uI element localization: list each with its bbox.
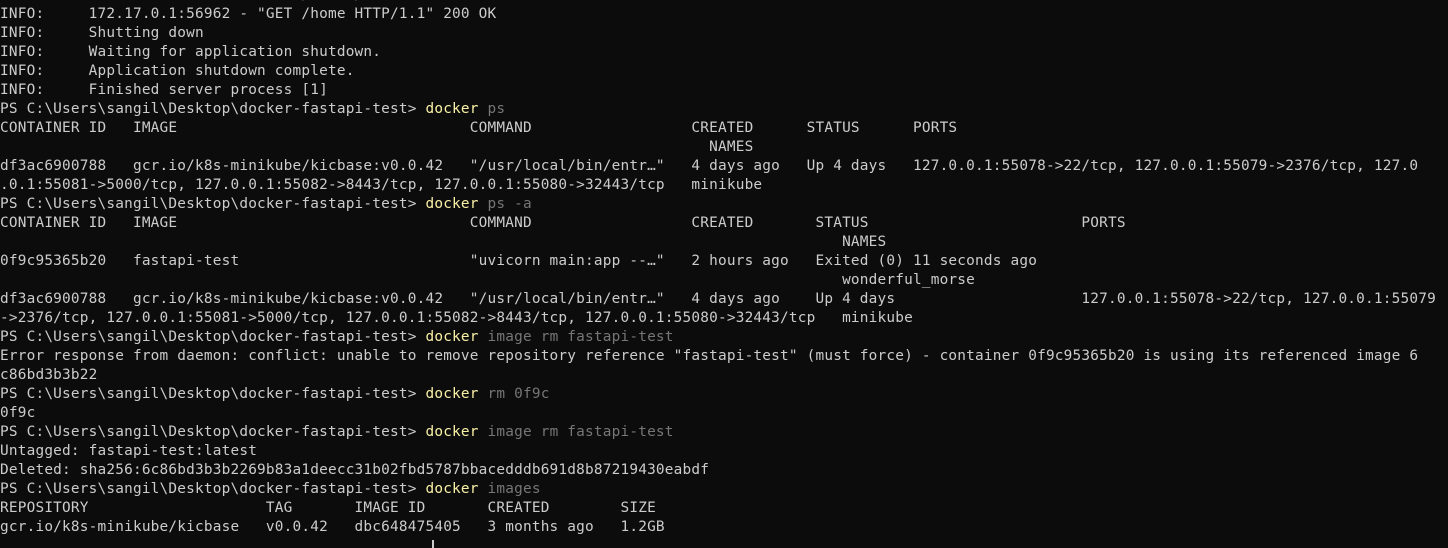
command-name: docker (425, 101, 479, 117)
output-line: INFO: Finished server process [1] (0, 82, 328, 98)
output-line: .0.1:55081->5000/tcp, 127.0.0.1:55082->8… (0, 177, 763, 193)
command-name: docker (425, 386, 479, 402)
output-line: ->2376/tcp, 127.0.0.1:55081->5000/tcp, 1… (0, 310, 913, 326)
prompt-path: PS C:\Users\sangil\Desktop\docker-fastap… (0, 386, 426, 402)
prompt-path: PS C:\Users\sangil\Desktop\docker-fastap… (0, 101, 426, 117)
prompt-path: PS C:\Users\sangil\Desktop\docker-fastap… (0, 424, 426, 440)
prompt-line: PS C:\Users\sangil\Desktop\docker-fastap… (0, 423, 1448, 442)
text-cursor (432, 540, 434, 548)
command-args: image rm fastapi-test (478, 329, 674, 345)
prompt-path: PS C:\Users\sangil\Desktop\docker-fastap… (0, 329, 426, 345)
prompt-path: PS C:\Users\sangil\Desktop\docker-fastap… (0, 481, 426, 497)
prompt-line: PS C:\Users\sangil\Desktop\docker-fastap… (0, 195, 1448, 214)
command-args: ps (478, 101, 506, 117)
output-line: INFO: 172.17.0.1:56962 - "GET /home HTTP… (0, 6, 497, 22)
command-args: ps -a (478, 196, 532, 212)
output-line: NAMES (0, 139, 754, 155)
output-line: df3ac6900788 gcr.io/k8s-minikube/kicbase… (0, 291, 1436, 307)
output-line: INFO: Application shutdown complete. (0, 63, 355, 79)
output-line: 0f9c95365b20 fastapi-test "uvicorn main:… (0, 253, 1038, 269)
output-line: c86bd3b3b22 (0, 367, 98, 383)
prompt-line: PS C:\Users\sangil\Desktop\docker-fastap… (0, 385, 1448, 404)
output-line: 0f9c (0, 405, 36, 421)
prompt-line: PS C:\Users\sangil\Desktop\docker-fastap… (0, 100, 1448, 119)
command-name: docker (425, 329, 479, 345)
command-args: image rm fastapi-test (478, 424, 674, 440)
command-name: docker (425, 481, 479, 497)
prompt-line: PS C:\Users\sangil\Desktop\docker-fastap… (0, 480, 1448, 499)
terminal-output: INFO: 172.17.0.1:56950 - "GET / HTTP/1.1… (0, 0, 1448, 537)
prompt-path: PS C:\Users\sangil\Desktop\docker-fastap… (0, 196, 426, 212)
command-name: docker (425, 196, 479, 212)
output-line: INFO: Shutting down (0, 25, 204, 41)
terminal-window[interactable]: INFO: 172.17.0.1:56950 - "GET / HTTP/1.1… (0, 0, 1448, 548)
command-args: rm 0f9c (478, 386, 550, 402)
output-line: df3ac6900788 gcr.io/k8s-minikube/kicbase… (0, 158, 1419, 174)
output-line: Deleted: sha256:6c86bd3b3b2269b83a1deecc… (0, 462, 710, 478)
prompt-line: PS C:\Users\sangil\Desktop\docker-fastap… (0, 328, 1448, 347)
output-line: REPOSITORY TAG IMAGE ID CREATED SIZE (0, 500, 656, 516)
output-line: INFO: Waiting for application shutdown. (0, 44, 382, 60)
output-line: NAMES (0, 234, 887, 250)
output-line: gcr.io/k8s-minikube/kicbase v0.0.42 dbc6… (0, 519, 665, 535)
output-line: CONTAINER ID IMAGE COMMAND CREATED STATU… (0, 215, 1126, 231)
command-args: images (478, 481, 541, 497)
output-line: wonderful_morse (0, 272, 976, 288)
output-line: CONTAINER ID IMAGE COMMAND CREATED STATU… (0, 120, 958, 136)
command-name: docker (425, 424, 479, 440)
output-line: Error response from daemon: conflict: un… (0, 348, 1419, 364)
output-line: Untagged: fastapi-test:latest (0, 443, 258, 459)
